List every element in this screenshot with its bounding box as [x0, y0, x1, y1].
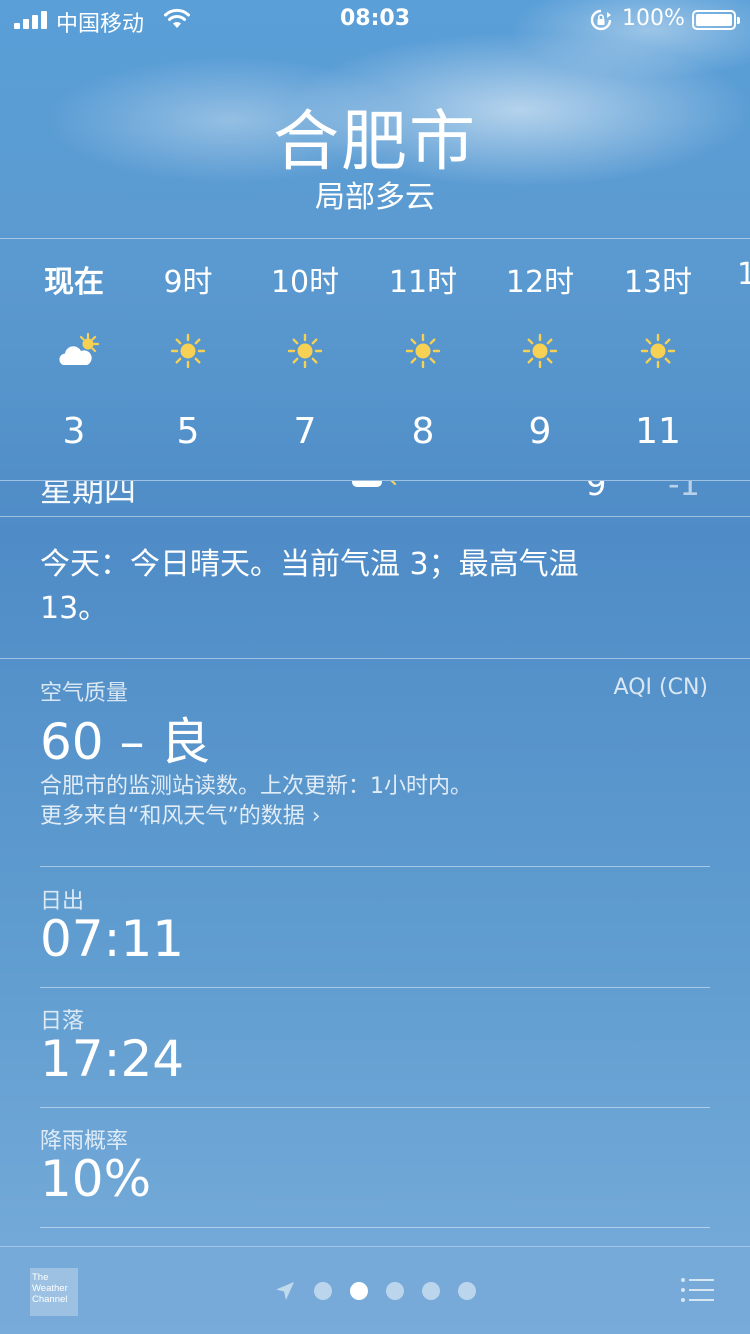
hour-column: 10时 7: [255, 239, 355, 480]
air-quality-more-link[interactable]: 更多来自“和风天气”的数据 ›: [40, 802, 472, 832]
sun-icon: [522, 333, 558, 369]
partly-cloudy-icon: [352, 481, 397, 487]
rain-chance-value: 10%: [40, 1150, 152, 1208]
hour-label: 现在: [44, 265, 104, 300]
hour-column: 现在 3: [24, 239, 124, 480]
divider: [40, 1227, 710, 1228]
hour-temp: 9: [528, 411, 552, 452]
location-arrow-icon: [276, 1282, 294, 1300]
hour-column: 11时 8: [373, 239, 473, 480]
weather-channel-logo[interactable]: The Weather Channel: [30, 1268, 78, 1316]
hour-column: 9时 5: [138, 239, 238, 480]
daily-low: -1: [668, 481, 700, 503]
air-quality-note: 合肥市的监测站读数。上次更新：1小时内。 更多来自“和风天气”的数据 ›: [40, 772, 472, 832]
air-quality-source: 合肥市的监测站读数。上次更新：1小时内。: [40, 774, 472, 799]
page-dot[interactable]: [422, 1282, 440, 1300]
hour-label: 10时: [270, 265, 340, 300]
hour-label: 12时: [505, 265, 575, 300]
divider: [40, 1107, 710, 1108]
bottom-toolbar: The Weather Channel: [0, 1246, 750, 1334]
city-name: 合肥市: [273, 103, 477, 180]
page-indicator[interactable]: [274, 1279, 476, 1303]
battery-icon: [692, 10, 740, 30]
hour-temp: 7: [293, 411, 317, 452]
hour-label: 9时: [163, 265, 213, 300]
hourly-forecast[interactable]: 现在 3 9时 5 10时 7 11时 8 12时 9 13时 11: [0, 238, 750, 481]
sun-icon: [170, 333, 206, 369]
page-dot[interactable]: [458, 1282, 476, 1300]
today-summary: 今天：今日晴天。当前气温 3；最高气温 13。: [40, 547, 579, 626]
logo-line: The: [32, 1272, 49, 1283]
logo-line: Weather: [32, 1283, 68, 1294]
sun-icon: [287, 333, 323, 369]
logo-line: Channel: [32, 1294, 68, 1305]
divider: [40, 866, 710, 867]
partly-cloudy-icon: [59, 332, 100, 365]
chevron-right-icon: ›: [304, 804, 321, 829]
rotation-lock-icon: [590, 9, 612, 31]
hour-temp: 8: [411, 411, 435, 452]
divider: [0, 658, 750, 659]
hour-label: 1: [737, 257, 750, 292]
aqi-scale: AQI (CN): [613, 675, 708, 700]
battery-percent: 100%: [622, 6, 685, 31]
hour-temp: 3: [62, 411, 86, 452]
hour-column: 1: [725, 239, 750, 480]
hour-column: 12时 9: [490, 239, 590, 480]
sunset-value: 17:24: [40, 1030, 185, 1088]
status-bar: 中国移动 08:03 100%: [0, 0, 750, 40]
hour-label: 13时: [623, 265, 693, 300]
hour-temp: 5: [176, 411, 200, 452]
sun-icon: [640, 333, 676, 369]
hour-label: 11时: [388, 265, 458, 300]
hour-column: 13时 11: [608, 239, 708, 480]
list-icon[interactable]: [680, 1277, 714, 1303]
sunrise-value: 07:11: [40, 910, 185, 968]
divider: [40, 987, 710, 988]
page-dot[interactable]: [314, 1282, 332, 1300]
air-quality-value: 60 – 良: [40, 713, 211, 771]
daily-forecast-row: 星期四 9 -1: [0, 481, 750, 517]
hour-temp: 11: [635, 411, 681, 452]
sun-icon: [405, 333, 441, 369]
daily-day: 星期四: [40, 481, 137, 509]
air-quality-link-text: 更多来自“和风天气”的数据: [40, 804, 305, 829]
current-condition: 局部多云: [315, 180, 435, 215]
page-dot[interactable]: [386, 1282, 404, 1300]
daily-high: 9: [586, 481, 607, 503]
page-dot-active[interactable]: [350, 1282, 368, 1300]
